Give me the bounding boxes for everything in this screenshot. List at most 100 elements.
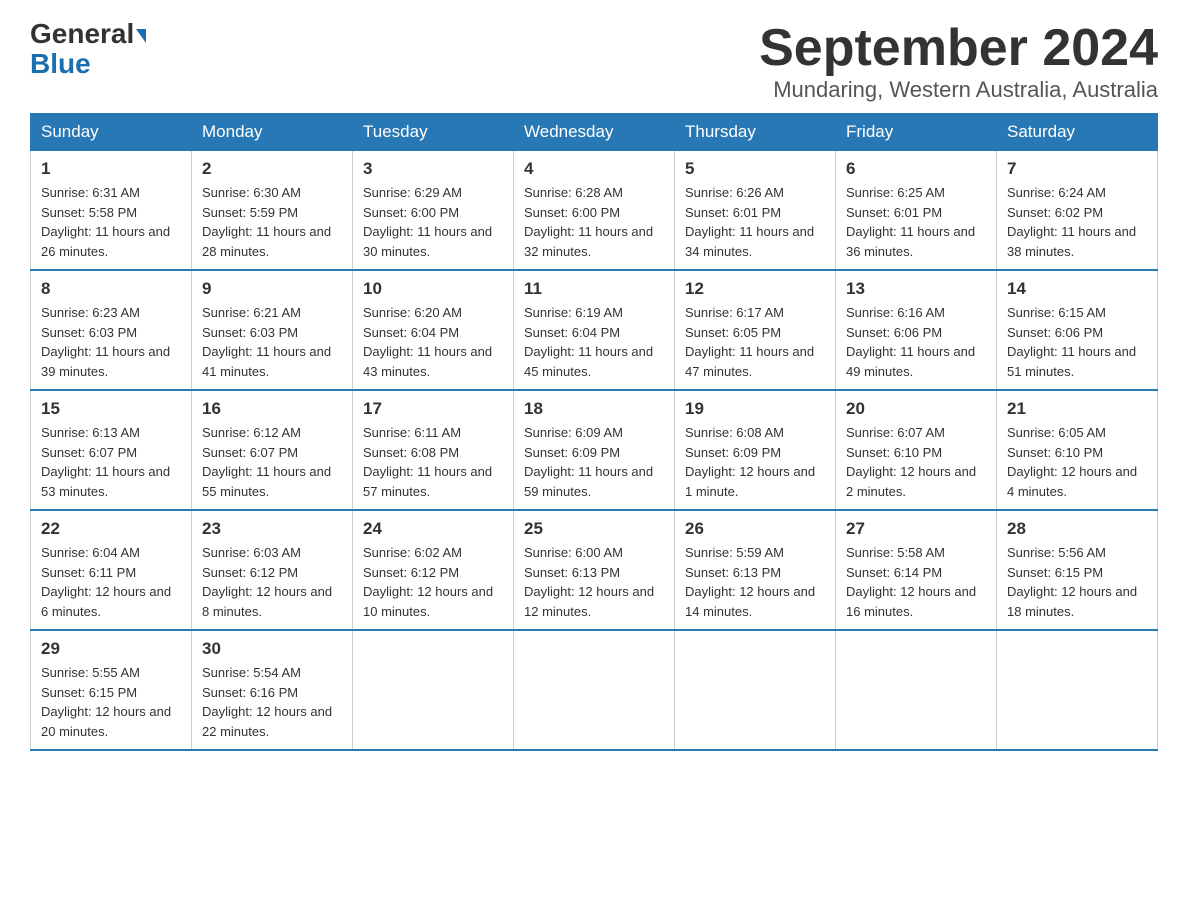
calendar-cell: 5 Sunrise: 6:26 AMSunset: 6:01 PMDaylight… [675,151,836,271]
day-number: 3 [363,159,503,179]
calendar-cell: 11 Sunrise: 6:19 AMSunset: 6:04 PMDayligh… [514,270,675,390]
location-title: Mundaring, Western Australia, Australia [759,77,1158,103]
calendar-cell: 22 Sunrise: 6:04 AMSunset: 6:11 PMDayligh… [31,510,192,630]
day-info: Sunrise: 6:28 AMSunset: 6:00 PMDaylight:… [524,183,664,261]
calendar-cell: 30 Sunrise: 5:54 AMSunset: 6:16 PMDayligh… [192,630,353,750]
day-number: 9 [202,279,342,299]
day-number: 6 [846,159,986,179]
calendar-week-row: 29 Sunrise: 5:55 AMSunset: 6:15 PMDayligh… [31,630,1158,750]
day-info: Sunrise: 6:09 AMSunset: 6:09 PMDaylight:… [524,423,664,501]
day-number: 30 [202,639,342,659]
day-info: Sunrise: 6:30 AMSunset: 5:59 PMDaylight:… [202,183,342,261]
day-number: 28 [1007,519,1147,539]
day-info: Sunrise: 6:08 AMSunset: 6:09 PMDaylight:… [685,423,825,501]
day-number: 17 [363,399,503,419]
day-number: 13 [846,279,986,299]
day-info: Sunrise: 6:11 AMSunset: 6:08 PMDaylight:… [363,423,503,501]
calendar-cell: 23 Sunrise: 6:03 AMSunset: 6:12 PMDayligh… [192,510,353,630]
day-number: 16 [202,399,342,419]
logo-line1: General [30,20,146,48]
day-info: Sunrise: 6:26 AMSunset: 6:01 PMDaylight:… [685,183,825,261]
calendar-cell: 13 Sunrise: 6:16 AMSunset: 6:06 PMDayligh… [836,270,997,390]
calendar-cell: 9Sunrise: 6:21 AMSunset: 6:03 PMDaylight… [192,270,353,390]
day-info: Sunrise: 6:13 AMSunset: 6:07 PMDaylight:… [41,423,181,501]
day-number: 1 [41,159,181,179]
calendar-cell: 8 Sunrise: 6:23 AMSunset: 6:03 PMDaylight… [31,270,192,390]
calendar-cell [514,630,675,750]
calendar-cell: 14 Sunrise: 6:15 AMSunset: 6:06 PMDayligh… [997,270,1158,390]
calendar-header-monday: Monday [192,114,353,151]
day-number: 20 [846,399,986,419]
day-number: 8 [41,279,181,299]
calendar-cell [997,630,1158,750]
title-block: September 2024 Mundaring, Western Austra… [759,20,1158,103]
calendar-cell: 10Sunrise: 6:20 AMSunset: 6:04 PMDayligh… [353,270,514,390]
day-info: Sunrise: 6:02 AMSunset: 6:12 PMDaylight:… [363,543,503,621]
calendar-header-saturday: Saturday [997,114,1158,151]
day-number: 27 [846,519,986,539]
calendar-cell [675,630,836,750]
day-info: Sunrise: 6:16 AMSunset: 6:06 PMDaylight:… [846,303,986,381]
day-number: 10 [363,279,503,299]
calendar-cell: 16Sunrise: 6:12 AMSunset: 6:07 PMDayligh… [192,390,353,510]
calendar-cell: 20 Sunrise: 6:07 AMSunset: 6:10 PMDayligh… [836,390,997,510]
calendar-cell: 12 Sunrise: 6:17 AMSunset: 6:05 PMDayligh… [675,270,836,390]
day-number: 2 [202,159,342,179]
calendar-header-tuesday: Tuesday [353,114,514,151]
day-info: Sunrise: 6:31 AMSunset: 5:58 PMDaylight:… [41,183,181,261]
day-info: Sunrise: 6:29 AMSunset: 6:00 PMDaylight:… [363,183,503,261]
calendar-header-wednesday: Wednesday [514,114,675,151]
page-header: General Blue September 2024 Mundaring, W… [30,20,1158,103]
day-info: Sunrise: 5:55 AMSunset: 6:15 PMDaylight:… [41,663,181,741]
day-info: Sunrise: 6:03 AMSunset: 6:12 PMDaylight:… [202,543,342,621]
month-title: September 2024 [759,20,1158,77]
day-info: Sunrise: 6:07 AMSunset: 6:10 PMDaylight:… [846,423,986,501]
calendar-header-friday: Friday [836,114,997,151]
day-number: 5 [685,159,825,179]
calendar-header-sunday: Sunday [31,114,192,151]
day-number: 19 [685,399,825,419]
day-info: Sunrise: 6:15 AMSunset: 6:06 PMDaylight:… [1007,303,1147,381]
day-info: Sunrise: 5:59 AMSunset: 6:13 PMDaylight:… [685,543,825,621]
day-number: 22 [41,519,181,539]
day-info: Sunrise: 6:24 AMSunset: 6:02 PMDaylight:… [1007,183,1147,261]
day-number: 25 [524,519,664,539]
day-number: 12 [685,279,825,299]
day-info: Sunrise: 5:56 AMSunset: 6:15 PMDaylight:… [1007,543,1147,621]
calendar-cell: 15 Sunrise: 6:13 AMSunset: 6:07 PMDayligh… [31,390,192,510]
day-number: 23 [202,519,342,539]
logo-triangle-icon [136,29,146,43]
day-info: Sunrise: 6:04 AMSunset: 6:11 PMDaylight:… [41,543,181,621]
calendar-week-row: 22 Sunrise: 6:04 AMSunset: 6:11 PMDayligh… [31,510,1158,630]
day-info: Sunrise: 6:19 AMSunset: 6:04 PMDaylight:… [524,303,664,381]
calendar-header-row: SundayMondayTuesdayWednesdayThursdayFrid… [31,114,1158,151]
day-info: Sunrise: 5:58 AMSunset: 6:14 PMDaylight:… [846,543,986,621]
calendar-cell: 2 Sunrise: 6:30 AMSunset: 5:59 PMDaylight… [192,151,353,271]
day-number: 18 [524,399,664,419]
calendar-cell: 29 Sunrise: 5:55 AMSunset: 6:15 PMDayligh… [31,630,192,750]
day-info: Sunrise: 6:25 AMSunset: 6:01 PMDaylight:… [846,183,986,261]
logo-line2: Blue [30,48,91,80]
calendar-table: SundayMondayTuesdayWednesdayThursdayFrid… [30,113,1158,751]
day-number: 29 [41,639,181,659]
calendar-cell [836,630,997,750]
calendar-cell: 6 Sunrise: 6:25 AMSunset: 6:01 PMDaylight… [836,151,997,271]
day-info: Sunrise: 6:23 AMSunset: 6:03 PMDaylight:… [41,303,181,381]
day-number: 4 [524,159,664,179]
day-number: 11 [524,279,664,299]
day-number: 24 [363,519,503,539]
day-number: 26 [685,519,825,539]
day-number: 21 [1007,399,1147,419]
calendar-cell: 1 Sunrise: 6:31 AMSunset: 5:58 PMDaylight… [31,151,192,271]
calendar-cell: 25Sunrise: 6:00 AMSunset: 6:13 PMDayligh… [514,510,675,630]
calendar-cell: 27 Sunrise: 5:58 AMSunset: 6:14 PMDayligh… [836,510,997,630]
day-info: Sunrise: 6:17 AMSunset: 6:05 PMDaylight:… [685,303,825,381]
calendar-cell [353,630,514,750]
day-info: Sunrise: 5:54 AMSunset: 6:16 PMDaylight:… [202,663,342,741]
day-number: 15 [41,399,181,419]
calendar-cell: 4 Sunrise: 6:28 AMSunset: 6:00 PMDaylight… [514,151,675,271]
day-number: 14 [1007,279,1147,299]
calendar-week-row: 15 Sunrise: 6:13 AMSunset: 6:07 PMDayligh… [31,390,1158,510]
calendar-cell: 28 Sunrise: 5:56 AMSunset: 6:15 PMDayligh… [997,510,1158,630]
calendar-cell: 7Sunrise: 6:24 AMSunset: 6:02 PMDaylight… [997,151,1158,271]
